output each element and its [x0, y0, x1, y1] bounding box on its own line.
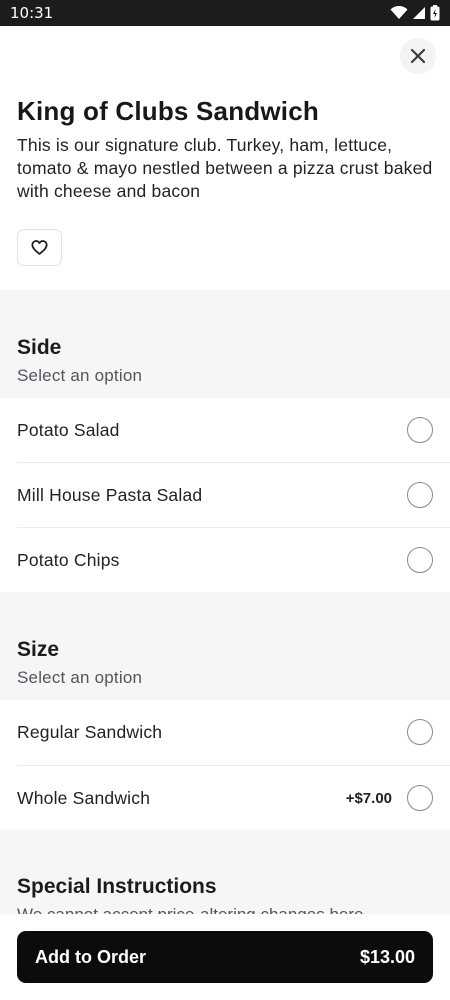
- close-button[interactable]: [400, 38, 436, 74]
- side-option-potato-chips[interactable]: Potato Chips: [0, 528, 450, 593]
- size-section-title: Size: [17, 638, 60, 661]
- option-label: Potato Chips: [17, 550, 120, 570]
- radio-button[interactable]: [407, 719, 433, 745]
- option-label: Whole Sandwich: [17, 788, 151, 808]
- add-to-order-label: Add to Order: [35, 946, 146, 967]
- radio-button[interactable]: [407, 417, 433, 443]
- option-price: +$7.00: [345, 790, 392, 807]
- side-section-title: Side: [17, 336, 62, 359]
- radio-button[interactable]: [407, 547, 433, 573]
- radio-button[interactable]: [407, 785, 433, 811]
- item-title: King of Clubs Sandwich: [17, 96, 319, 126]
- battery-icon: [430, 5, 440, 21]
- size-section-header: Size Select an option: [0, 592, 450, 700]
- side-option-pasta-salad[interactable]: Mill House Pasta Salad: [0, 463, 450, 528]
- special-instructions-title: Special Instructions: [17, 875, 217, 898]
- size-section-subtitle: Select an option: [17, 668, 143, 687]
- size-option-whole[interactable]: Whole Sandwich +$7.00: [0, 766, 450, 831]
- special-instructions-header: Special Instructions: [0, 830, 450, 914]
- option-label: Mill House Pasta Salad: [17, 485, 203, 505]
- heart-icon: [31, 240, 48, 255]
- side-section-subtitle: Select an option: [17, 366, 143, 385]
- favorite-button[interactable]: [17, 229, 62, 266]
- option-label: Regular Sandwich: [17, 722, 163, 742]
- wifi-icon: [390, 6, 408, 19]
- signal-icon: [413, 7, 425, 19]
- side-option-potato-salad[interactable]: Potato Salad: [0, 398, 450, 463]
- close-icon: [410, 48, 426, 64]
- order-total-price: $13.00: [359, 946, 415, 967]
- item-description: This is our signature club. Turkey, ham,…: [17, 135, 433, 201]
- radio-button[interactable]: [407, 482, 433, 508]
- add-to-order-button[interactable]: Add to Order $13.00: [17, 931, 433, 983]
- option-label: Potato Salad: [17, 420, 120, 440]
- status-icons: [390, 5, 440, 21]
- item-header: King of Clubs Sandwich This is our signa…: [17, 96, 433, 203]
- status-time: 10:31: [10, 4, 54, 22]
- size-option-regular[interactable]: Regular Sandwich: [0, 700, 450, 765]
- status-bar: 10:31: [0, 0, 450, 26]
- side-section-header: Side Select an option: [0, 290, 450, 398]
